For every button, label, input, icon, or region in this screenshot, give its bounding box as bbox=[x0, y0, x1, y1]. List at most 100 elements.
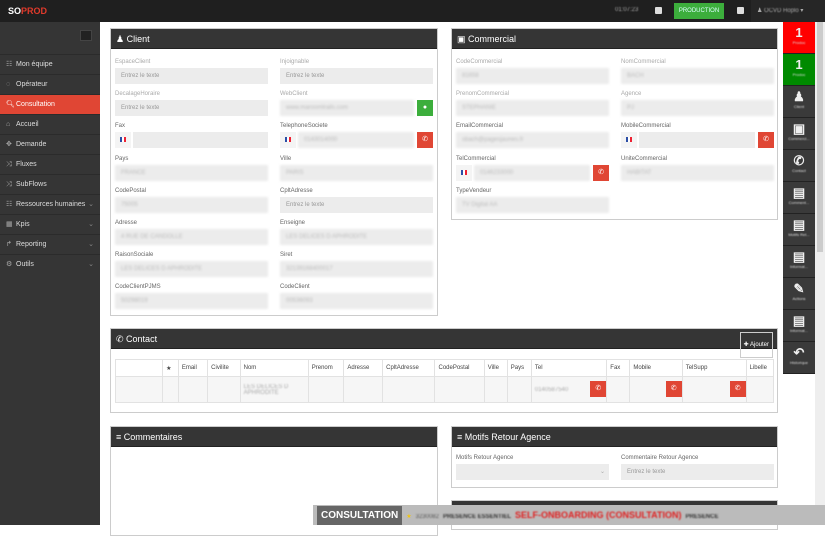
shuffle-icon: ⤨ bbox=[6, 181, 12, 188]
sidebar-item-mon-équipe[interactable]: ☷ Mon équipe bbox=[0, 54, 100, 74]
rail-label: Contact bbox=[792, 168, 806, 173]
menu-toggle-icon[interactable] bbox=[80, 30, 92, 41]
adresse-input[interactable]: 4 RUE DE CANDOLLE bbox=[115, 229, 268, 245]
sidebar-item-accueil[interactable]: ⌂ Accueil bbox=[0, 114, 100, 134]
sidebar-item-outils[interactable]: ⚙ Outils ⌄ bbox=[0, 254, 100, 274]
pays-input[interactable]: FRANCE bbox=[115, 164, 268, 181]
commentaire-input[interactable]: Entrez le texte bbox=[621, 464, 774, 480]
sidebar: ☷ Mon équipe ◌ Opérateur 🔍︎Consultation ⌂ Accu… bbox=[0, 22, 100, 525]
agence-input[interactable]: PJ bbox=[621, 100, 774, 117]
field-label: Adresse bbox=[115, 220, 138, 226]
telephonesociete-input[interactable]: 0143014000 bbox=[298, 132, 414, 149]
emailcommercial-input[interactable]: sbach@pagesjaunes.fr bbox=[456, 132, 609, 149]
column-header[interactable]: Tel bbox=[530, 359, 608, 377]
sidebar-item-reporting[interactable]: ↱ Reporting ⌄ bbox=[0, 234, 100, 254]
logo[interactable]: SOPROD bbox=[8, 6, 47, 16]
calendar-icon[interactable] bbox=[737, 7, 744, 14]
sidebar-item-demande[interactable]: ✥ Demande bbox=[0, 134, 100, 154]
column-header[interactable]: Civilite bbox=[207, 359, 241, 377]
rail-item[interactable]: ▤ Informat... bbox=[783, 246, 815, 278]
table-cell: LES DELICES D APHRODITE bbox=[239, 376, 309, 403]
codepostal-input[interactable]: 75005 bbox=[115, 196, 268, 213]
france-flag-icon[interactable] bbox=[115, 132, 131, 149]
screen-icon[interactable] bbox=[655, 7, 662, 14]
table-row[interactable]: LES DELICES D APHRODITE 0140587540 ✆ ✆ ✆ bbox=[114, 376, 775, 403]
phone-icon[interactable]: ✆ bbox=[758, 132, 774, 149]
codecommercial-input[interactable]: 81658 bbox=[456, 68, 609, 84]
rail-item[interactable]: ▤ Informat... bbox=[783, 310, 815, 342]
sidebar-item-label: Demande bbox=[16, 141, 47, 148]
column-header[interactable]: TelSupp bbox=[681, 359, 747, 377]
prenomcommercial-input[interactable]: STEPHANIE bbox=[456, 100, 609, 117]
rail-item[interactable]: ↶ Historique bbox=[783, 342, 815, 374]
home-icon: ⌂ bbox=[6, 121, 11, 128]
column-header[interactable]: CodePostal bbox=[434, 359, 485, 377]
call-phone-icon[interactable]: ✆ bbox=[665, 381, 682, 397]
column-header[interactable]: Fax bbox=[606, 359, 631, 377]
column-header[interactable]: Mobile bbox=[629, 359, 683, 377]
decalagehoraire-input[interactable]: Entrez le texte bbox=[115, 100, 268, 117]
nomcommercial-input[interactable]: BACH bbox=[621, 68, 774, 84]
rail-item[interactable]: 1 Prodoc bbox=[783, 54, 815, 86]
motifs-select[interactable]: ⌄ bbox=[456, 464, 609, 480]
phone-icon[interactable]: ✆ bbox=[417, 132, 433, 149]
client-panel: ♟ Client EspaceClient Entrez le texte Injo… bbox=[110, 28, 438, 316]
sidebar-item-kpis[interactable]: ▦ Kpis ⌄ bbox=[0, 214, 100, 234]
column-header[interactable]: CpltAdresse bbox=[382, 359, 436, 377]
column-header[interactable]: ★ bbox=[162, 359, 179, 377]
add-contact-button[interactable]: ✚ Ajouter bbox=[739, 332, 773, 358]
rail-item[interactable]: 1 Prodoc bbox=[783, 22, 815, 54]
scrollbar[interactable] bbox=[815, 22, 825, 525]
field-label: Ville bbox=[280, 155, 292, 162]
column-header[interactable]: Adresse bbox=[343, 359, 384, 377]
rail-item[interactable]: ✎ Actions bbox=[783, 278, 815, 310]
rail-item[interactable]: ▤ Comment... bbox=[783, 182, 815, 214]
column-header[interactable]: Ville bbox=[483, 359, 508, 377]
raisonsociale-input[interactable]: LES DELICES D APHRODITE bbox=[115, 261, 268, 278]
globe-icon[interactable]: ● bbox=[417, 100, 433, 117]
user-menu[interactable]: ♟ OCVD Hoplo ▾ bbox=[751, 0, 825, 22]
rail-label: Prodoc bbox=[792, 72, 806, 77]
france-flag-icon[interactable] bbox=[621, 132, 637, 149]
cpltadresse-input[interactable]: Entrez le texte bbox=[280, 196, 433, 213]
call-phone-icon[interactable]: ✆ bbox=[729, 381, 746, 397]
column-header[interactable]: Libelle bbox=[745, 359, 775, 377]
enseigne-input[interactable]: LES DELICES D APHRODITE bbox=[280, 229, 433, 245]
phone-icon[interactable]: ✆ bbox=[593, 164, 609, 181]
sidebar-item-consultation[interactable]: 🔍︎Consultation bbox=[0, 94, 100, 114]
environment-button[interactable]: PRODUCTION bbox=[674, 3, 724, 19]
chevron-down-icon: ⌄ bbox=[88, 261, 94, 268]
column-header[interactable] bbox=[114, 359, 164, 377]
codeclientpjms-input[interactable]: 50298019 bbox=[115, 293, 268, 310]
sidebar-item-opérateur[interactable]: ◌ Opérateur bbox=[0, 74, 100, 94]
sidebar-item-ressources-humaines[interactable]: ☷ Ressources humaines ⌄ bbox=[0, 194, 100, 214]
webclient-input[interactable]: www.maroomtrails.com bbox=[280, 100, 414, 117]
sidebar-item-subflows[interactable]: ⤨ SubFlows bbox=[0, 174, 100, 194]
sidebar-item-fluxes[interactable]: ⤨ Fluxes bbox=[0, 154, 100, 174]
rail-label: Client bbox=[793, 104, 805, 109]
telcommercial-input[interactable]: 0146233000 bbox=[474, 164, 590, 181]
list-icon: ▤ bbox=[792, 217, 806, 232]
call-phone-icon[interactable]: ✆ bbox=[590, 381, 607, 397]
column-header[interactable]: Nom bbox=[239, 359, 309, 377]
reply-icon: ↶ bbox=[793, 345, 805, 360]
mobilecommercial-input[interactable] bbox=[639, 132, 755, 149]
codeclient-input[interactable]: 00536093 bbox=[280, 293, 433, 310]
siret-input[interactable]: 32139168400017 bbox=[280, 261, 433, 278]
espaceclient-input[interactable]: Entrez le texte bbox=[115, 68, 268, 84]
france-flag-icon[interactable] bbox=[456, 164, 472, 181]
column-header[interactable]: Pays bbox=[506, 359, 532, 377]
unitecommercial-input[interactable]: HABITAT bbox=[621, 164, 774, 181]
france-flag-icon[interactable] bbox=[280, 132, 296, 149]
column-header[interactable]: Prenom bbox=[307, 359, 345, 377]
ville-input[interactable]: PARIS bbox=[280, 164, 433, 181]
injoignable-input[interactable]: Entrez le texte bbox=[280, 68, 433, 84]
rail-item[interactable]: ▤ Motifs Ret... bbox=[783, 214, 815, 246]
fax-input[interactable] bbox=[133, 132, 268, 149]
headset-icon: ◌ bbox=[6, 81, 11, 88]
rail-item[interactable]: ✆ Contact bbox=[783, 150, 815, 182]
rail-item[interactable]: ♟ Client bbox=[783, 86, 815, 118]
rail-item[interactable]: ▣ Commerci... bbox=[783, 118, 815, 150]
column-header[interactable]: Email bbox=[177, 359, 209, 377]
typevendeur-input[interactable]: TV Digital AA bbox=[456, 196, 609, 213]
